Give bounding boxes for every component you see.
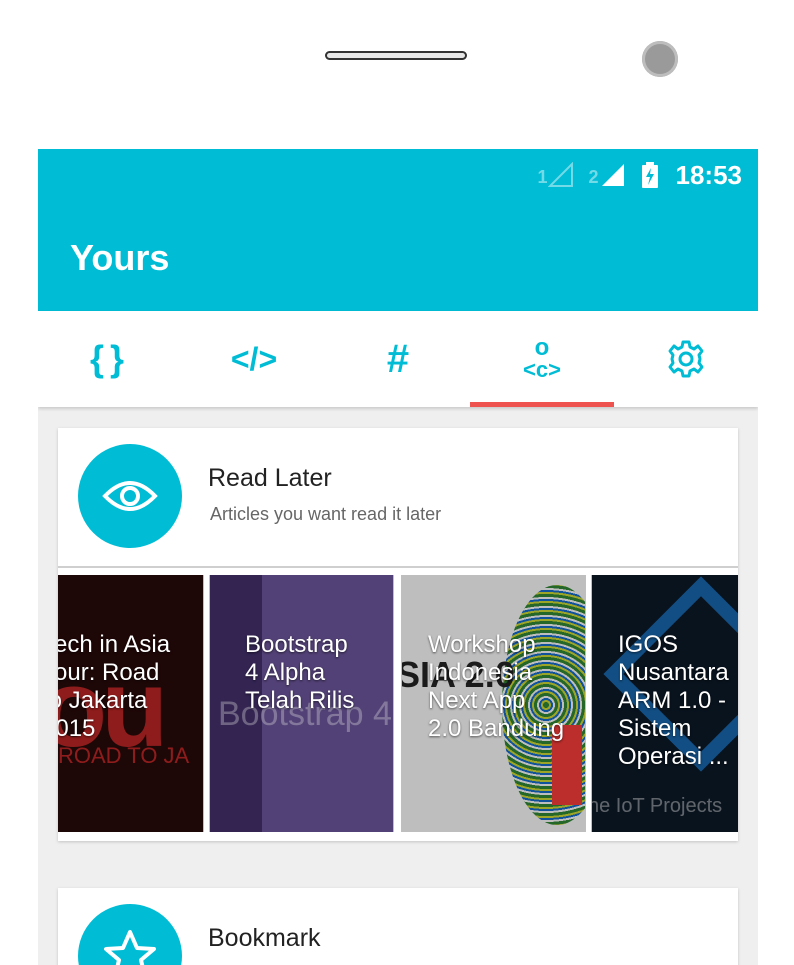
phone-speaker	[325, 51, 467, 60]
app-bar: 1 2 18:53 Yours	[38, 149, 758, 311]
star-icon	[104, 930, 156, 965]
read-later-card[interactable]: Read Later Articles you want read it lat…	[58, 428, 738, 841]
eye-icon	[102, 481, 158, 511]
tab-code-braces[interactable]: {}	[38, 311, 182, 407]
tab-html-tag[interactable]: </>	[182, 311, 326, 407]
bookmark-title: Bookmark	[208, 924, 321, 952]
tab-community[interactable]: o <c>	[470, 311, 614, 407]
article-thumb[interactable]: ou ROAD TO JA Tech in Asia Tour: Road to…	[58, 575, 203, 832]
sim2-signal-icon: 2	[588, 162, 625, 188]
article-thumb[interactable]: he IoT Projects IGOS Nusantara ARM 1.0 -…	[592, 575, 738, 832]
card-divider	[58, 566, 738, 568]
article-title: Tech in Asia Tour: Road to Jakarta 2015	[58, 631, 171, 742]
sim1-signal-icon: 1	[537, 162, 574, 188]
phone-camera	[642, 41, 678, 77]
article-title: Bootstrap 4 Alpha Telah Rilis	[245, 631, 355, 714]
bookmark-avatar	[78, 904, 182, 965]
status-bar: 1 2 18:53	[537, 159, 742, 191]
gear-icon	[668, 340, 704, 378]
status-clock: 18:53	[675, 159, 743, 190]
braces-icon: {}	[89, 338, 131, 379]
bookmark-card[interactable]: Bookmark	[58, 888, 738, 965]
hash-icon: #	[386, 336, 410, 381]
page-title: Yours	[70, 237, 170, 278]
read-later-subtitle: Articles you want read it later	[210, 504, 442, 524]
read-later-title: Read Later	[208, 464, 332, 492]
read-later-avatar	[78, 444, 182, 548]
app-screen: 1 2 18:53 Yours {} </> # o <c> Read Late…	[38, 149, 758, 965]
article-title: Workshop Indonesia Next App 2.0 Bandung	[428, 631, 565, 742]
article-thumb[interactable]: Bootstrap 4 Bootstrap 4 Alpha Telah Rili…	[210, 575, 393, 832]
tab-hashtag[interactable]: #	[326, 311, 470, 407]
tab-settings[interactable]	[614, 311, 758, 407]
article-thumb[interactable]: SIA 2.0 Workshop Indonesia Next App 2.0 …	[402, 575, 585, 832]
sim1-label: 1	[537, 167, 548, 187]
community-icon: o <c>	[523, 334, 561, 382]
battery-charging-icon	[640, 161, 660, 189]
article-carousel[interactable]: ou ROAD TO JA Tech in Asia Tour: Road to…	[58, 575, 738, 832]
article-title: IGOS Nusantara ARM 1.0 - Sistem Operasi …	[618, 631, 729, 770]
tab-bar: {} </> # o <c>	[38, 311, 758, 407]
sim2-label: 2	[588, 167, 599, 187]
code-tag-icon: </>	[230, 340, 278, 377]
